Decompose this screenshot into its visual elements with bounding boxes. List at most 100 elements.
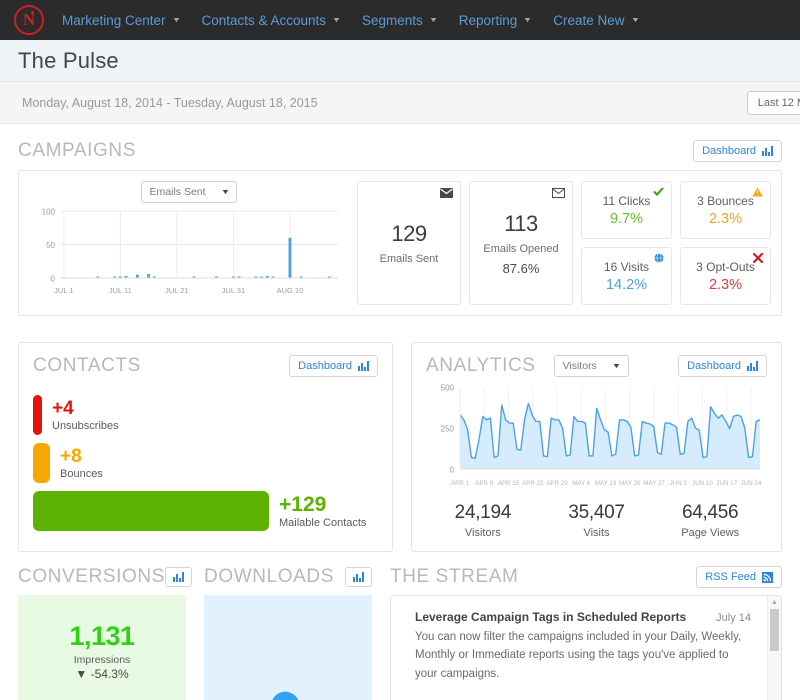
- contacts-row-bounces: +8 Bounces: [33, 443, 378, 483]
- stream-title: THE STREAM: [390, 566, 519, 587]
- campaigns-chart: Emails Sent ▼ 0 50 100 JUL 1 JUL 11 JUL 21 JUL…: [29, 181, 349, 305]
- campaigns-metric-select[interactable]: Emails Sent ▼: [140, 181, 238, 203]
- nav-item-reporting[interactable]: Reporting ▼: [459, 13, 533, 28]
- svg-text:MAY 6: MAY 6: [572, 480, 591, 487]
- downloads-title: DOWNLOADS: [204, 566, 334, 587]
- globe-icon: [654, 253, 664, 266]
- svg-text:0: 0: [51, 275, 56, 284]
- contacts-row-mailable: +129 Mailable Contacts: [33, 491, 378, 531]
- opt-outs-percent: 2.3%: [708, 276, 743, 293]
- svg-text:APR 22: APR 22: [522, 480, 544, 487]
- stream-item-title: Leverage Campaign Tags in Scheduled Repo…: [415, 610, 687, 624]
- contacts-card: CONTACTS Dashboard +4 Unsubscribes +8 Bo…: [18, 342, 393, 552]
- opt-outs-label: 3 Opt-Outs: [696, 259, 755, 274]
- scroll-up-arrow-icon[interactable]: ▲: [771, 599, 778, 606]
- nav-item-label: Marketing Center: [62, 12, 166, 28]
- stat-emails-opened: 113 Emails Opened 87.6%: [469, 181, 573, 305]
- svg-text:APR 15: APR 15: [498, 480, 520, 487]
- visitors-value: 24,194: [454, 502, 512, 523]
- rss-feed-button[interactable]: RSS Feed: [696, 566, 782, 588]
- svg-text:MAY 20: MAY 20: [619, 480, 641, 487]
- stat-opt-outs: 3 Opt-Outs 2.3%: [680, 247, 771, 305]
- nav-item-create-new[interactable]: Create New ▼: [553, 13, 640, 28]
- contacts-bars: +4 Unsubscribes +8 Bounces +129 Mailable…: [33, 395, 378, 531]
- visits-percent: 14.2%: [605, 276, 648, 293]
- middle-row: CONTACTS Dashboard +4 Unsubscribes +8 Bo…: [18, 342, 782, 552]
- stream-item[interactable]: Leverage Campaign Tags in Scheduled Repo…: [415, 610, 751, 683]
- date-range-text: Monday, August 18, 2014 - Tuesday, Augus…: [22, 95, 318, 110]
- nav-item-contacts-accounts[interactable]: Contacts & Accounts ▼: [201, 12, 342, 28]
- emails-sent-value: 129: [391, 221, 427, 246]
- analytics-dashboard-button[interactable]: Dashboard: [678, 355, 767, 377]
- svg-text:JUN 17: JUN 17: [716, 480, 737, 487]
- page-title-bar: The Pulse: [0, 40, 800, 82]
- bar-chart-icon: [762, 146, 773, 156]
- chevron-down-icon: ▼: [331, 16, 342, 24]
- nav-item-label: Contacts & Accounts: [201, 12, 327, 28]
- date-range-select[interactable]: Last 12 Months: [746, 90, 800, 115]
- impressions-delta: ▼ -54.3%: [75, 667, 129, 681]
- scroll-thumb[interactable]: [770, 609, 779, 651]
- page-views-label: Page Views: [681, 527, 740, 539]
- contacts-section: CONTACTS Dashboard +4 Unsubscribes +8 Bo…: [18, 342, 393, 552]
- svg-text:500: 500: [441, 384, 455, 393]
- svg-text:JUL 11: JUL 11: [109, 286, 132, 295]
- contacts-row-unsubscribes: +4 Unsubscribes: [33, 395, 378, 435]
- conversions-chart-button[interactable]: [165, 567, 193, 587]
- warning-icon: [752, 187, 763, 200]
- unsubscribes-value: +4: [52, 397, 74, 419]
- chevron-down-icon: ▼: [220, 188, 230, 196]
- contacts-dashboard-button[interactable]: Dashboard: [289, 355, 378, 377]
- contacts-title: CONTACTS: [33, 355, 141, 376]
- svg-text:MAY 27: MAY 27: [643, 480, 665, 487]
- campaigns-section-header: CAMPAIGNS Dashboard: [18, 140, 782, 162]
- analytics-area-chart-svg: 0 250 500 APR 1 APR 8 APR 15 APR 22 APR 29 MAY 6…: [441, 384, 762, 488]
- campaigns-panel: Emails Sent ▼ 0 50 100 JUL 1 JUL 11 JUL 21 JUL…: [18, 170, 782, 316]
- analytics-section: ANALYTICS Visitors ▼ Dashboard 0 250 500…: [411, 342, 782, 552]
- analytics-totals: 24,194 Visitors 35,407 Visits 64,456 Pag…: [426, 502, 767, 539]
- envelope-filled-icon: [440, 188, 453, 201]
- analytics-metric-label: Visitors: [562, 360, 597, 372]
- stream-scrollbar[interactable]: ▲: [767, 596, 781, 700]
- clicks-label: 11 Clicks: [602, 193, 651, 208]
- bar-chart-icon: [173, 572, 185, 582]
- bounces-bar: [33, 443, 50, 483]
- campaign-small-stats-col-2: 3 Bounces 2.3% 3 Opt-Outs 2.3%: [680, 181, 771, 305]
- page-title: The Pulse: [18, 47, 119, 73]
- conversions-header: CONVERSIONS: [18, 566, 193, 588]
- svg-text:AUG 10: AUG 10: [277, 286, 304, 295]
- svg-text:JUN 10: JUN 10: [692, 480, 713, 487]
- analytics-title: ANALYTICS: [426, 355, 536, 376]
- visits-label: Visits: [583, 527, 610, 539]
- analytics-total-page-views: 64,456 Page Views: [653, 502, 767, 539]
- downloads-header: DOWNLOADS: [204, 566, 372, 588]
- top-navigation-bar: N Marketing Center ▼ Contacts & Accounts…: [0, 0, 800, 40]
- stream-header: THE STREAM RSS Feed: [390, 566, 782, 588]
- campaigns-dashboard-button[interactable]: Dashboard: [693, 140, 782, 162]
- bounces-percent: 2.3%: [708, 210, 743, 227]
- downloads-chart-button[interactable]: [345, 567, 372, 587]
- campaigns-bar-chart-svg: 0 50 100 JUL 1 JUL 11 JUL 21 JUL 31 AUG 10: [42, 208, 338, 295]
- campaigns-metric-label: Emails Sent: [149, 186, 206, 198]
- analytics-metric-select[interactable]: Visitors ▼: [553, 355, 629, 377]
- date-range-bar: Monday, August 18, 2014 - Tuesday, Augus…: [0, 82, 800, 124]
- stream-list: Leverage Campaign Tags in Scheduled Repo…: [391, 596, 767, 700]
- chevron-down-icon: ▼: [630, 16, 640, 24]
- mailable-value: +129: [279, 492, 327, 516]
- clicks-percent: 9.7%: [609, 210, 644, 227]
- stream-item-body: You can now filter the campaigns include…: [415, 631, 742, 680]
- emails-sent-label: Emails Sent: [379, 253, 439, 265]
- nav-item-segments[interactable]: Segments ▼: [362, 13, 438, 28]
- unsubscribes-label: Unsubscribes: [52, 419, 119, 432]
- nav-item-marketing-center[interactable]: Marketing Center ▼: [62, 12, 181, 28]
- analytics-total-visits: 35,407 Visits: [540, 502, 654, 539]
- campaigns-title: CAMPAIGNS: [18, 140, 137, 161]
- app-logo[interactable]: N: [14, 5, 44, 35]
- bar-chart-icon: [747, 361, 758, 371]
- nav-menu: Marketing Center ▼ Contacts & Accounts ▼…: [62, 13, 660, 28]
- emails-opened-label: Emails Opened: [483, 242, 559, 255]
- analytics-total-visitors: 24,194 Visitors: [426, 502, 540, 539]
- stat-visits: 16 Visits 14.2%: [581, 247, 672, 305]
- bottom-row: CONVERSIONS 1,131 Impressions ▼ -54.3% 1…: [18, 566, 782, 700]
- dashboard-button-label: Dashboard: [298, 360, 352, 372]
